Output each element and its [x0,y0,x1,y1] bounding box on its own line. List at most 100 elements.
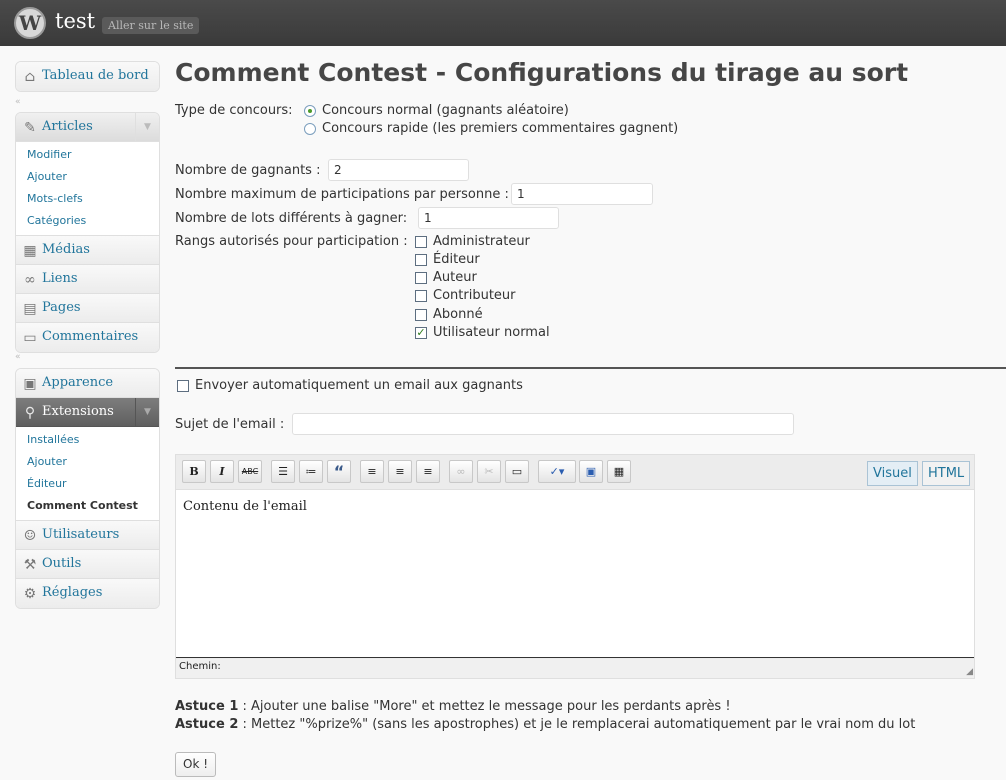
site-name[interactable]: test [55,9,95,33]
numbered-list-icon: ≔ [305,465,317,478]
bullet-list-button[interactable]: ☰ [271,460,295,483]
collapse-separator-icon[interactable]: « [15,97,25,107]
submenu-item-installees[interactable]: Installées [16,429,159,451]
submenu-item-comment-contest[interactable]: Comment Contest [16,495,159,517]
insert-more-button[interactable]: ▭ [505,460,529,483]
rank-checkbox-editeur[interactable] [415,254,427,266]
sidebar-item-pages[interactable]: ▤ Pages [16,294,159,323]
align-center-button[interactable]: ≡ [388,460,412,483]
rank-checkbox-abonne[interactable] [415,309,427,321]
align-right-button[interactable]: ≡ [416,460,440,483]
wordpress-logo-icon[interactable]: W [14,7,46,39]
rank-checkbox-administrateur[interactable] [415,236,427,248]
numbered-list-button[interactable]: ≔ [299,460,323,483]
rank-checkbox-utilisateur-normal[interactable]: ✓ [415,327,427,339]
chevron-down-icon[interactable]: ▼ [135,113,159,141]
rank-label-contributeur: Contributeur [433,288,516,303]
submenu-item-categories[interactable]: Catégories [16,210,159,232]
unlink-icon: ✂ [484,465,494,478]
rank-label-utilisateur-normal: Utilisateur normal [433,325,550,340]
insert-link-button[interactable]: ∞ [449,460,473,483]
radio-fast-contest-label: Concours rapide (les premiers commentair… [322,121,679,136]
sidebar-item-label: Utilisateurs [42,527,120,542]
editor-path-bar: Chemin: [176,659,974,678]
page-title: Comment Contest - Configurations du tira… [175,58,909,87]
tip-2-text: : Mettez "%prize%" (sans les apostrophes… [238,717,916,732]
more-tag-icon: ▭ [511,465,523,478]
sidebar-item-label: Liens [42,271,78,286]
link-icon: ∞ [456,465,466,478]
max-participations-input[interactable]: 1 [511,183,653,205]
editor-content-area[interactable]: Contenu de l'email [176,489,974,658]
sidebar-item-commentaires[interactable]: ▭ Commentaires [16,323,159,352]
strikethrough-button[interactable]: ABC [238,460,262,483]
sidebar-item-extensions[interactable]: ⚲ Extensions ▼ [16,398,159,427]
rank-label-auteur: Auteur [433,270,477,285]
winners-label: Nombre de gagnants : [175,163,321,178]
align-left-button[interactable]: ≡ [360,460,384,483]
plugin-icon: ⚲ [24,405,36,421]
sidebar-item-label: Apparence [42,375,114,390]
pages-icon: ▤ [23,301,37,317]
align-left-icon: ≡ [367,465,377,478]
users-icon: ☺ [23,528,37,544]
submit-button[interactable]: Ok ! [175,752,217,777]
sidebar-item-liens[interactable]: ∞ Liens [16,265,159,294]
prizes-input[interactable]: 1 [418,207,559,229]
radio-fast-contest[interactable] [304,123,316,135]
align-right-icon: ≡ [423,465,433,478]
sidebar-item-utilisateurs[interactable]: ☺ Utilisateurs [16,521,159,550]
rank-label-abonne: Abonné [433,307,483,322]
auto-email-label: Envoyer automatiquement un email aux gag… [195,378,523,393]
spellcheck-button[interactable]: ✓▾ [538,460,576,483]
radio-normal-contest[interactable] [304,105,316,117]
sidebar-item-dashboard[interactable]: ⌂ Tableau de bord [16,62,159,91]
rank-checkbox-auteur[interactable] [415,272,427,284]
contest-type-label: Type de concours: [175,103,293,118]
tip-2-title: Astuce 2 [175,717,239,732]
sidebar-item-outils[interactable]: ⚒ Outils [16,550,159,579]
comments-icon: ▭ [23,330,37,346]
italic-button[interactable]: I [210,460,234,483]
submenu-item-mots-clefs[interactable]: Mots-clefs [16,188,159,210]
sidebar-item-label: Tableau de bord [42,68,149,83]
submenu-item-modifier[interactable]: Modifier [16,144,159,166]
tab-html[interactable]: HTML [922,461,971,486]
submenu-item-editeur[interactable]: Éditeur [16,473,159,495]
sidebar-item-apparence[interactable]: ▣ Apparence [16,369,159,398]
sidebar-group-content: ✎ Articles ▼ Modifier Ajouter Mots-clefs… [15,112,160,353]
align-center-icon: ≡ [395,465,405,478]
winners-input[interactable]: 2 [328,159,469,181]
fullscreen-icon: ▣ [585,465,597,478]
appearance-icon: ▣ [23,376,37,392]
sidebar-item-label: Extensions [42,404,114,419]
bold-button[interactable]: B [182,460,206,483]
sidebar-group-settings: ▣ Apparence ⚲ Extensions ▼ Installées Aj… [15,368,160,609]
admin-header: W test Aller sur le site [0,0,1006,46]
kitchen-sink-button[interactable]: ▦ [607,460,631,483]
rank-checkbox-contributeur[interactable] [415,290,427,302]
email-subject-label: Sujet de l'email : [175,417,285,432]
ranks-label: Rangs autorisés pour participation : [175,234,408,249]
sidebar-item-medias[interactable]: ▦ Médias [16,236,159,265]
chevron-down-icon[interactable]: ▼ [135,398,159,426]
submenu-item-ajouter[interactable]: Ajouter [16,451,159,473]
tab-visual[interactable]: Visuel [867,461,918,486]
sidebar-item-articles[interactable]: ✎ Articles ▼ [16,113,159,142]
collapse-separator-icon[interactable]: « [15,352,25,362]
unlink-button[interactable]: ✂ [477,460,501,483]
email-subject-input[interactable] [292,413,794,435]
rank-label-editeur: Éditeur [433,252,480,267]
blockquote-button[interactable]: “ [327,460,351,483]
articles-submenu: Modifier Ajouter Mots-clefs Catégories [16,142,159,236]
kitchen-sink-icon: ▦ [613,465,625,478]
spellcheck-icon: ✓▾ [549,465,565,478]
resize-grip-icon[interactable]: ◢ [963,667,973,677]
auto-email-checkbox[interactable] [177,380,189,392]
fullscreen-button[interactable]: ▣ [579,460,603,483]
sidebar-item-label: Outils [42,556,82,571]
sidebar-item-reglages[interactable]: ⚙ Réglages [16,579,159,608]
visit-site-button[interactable]: Aller sur le site [102,17,200,34]
submenu-item-ajouter[interactable]: Ajouter [16,166,159,188]
tip-1-title: Astuce 1 [175,699,239,714]
